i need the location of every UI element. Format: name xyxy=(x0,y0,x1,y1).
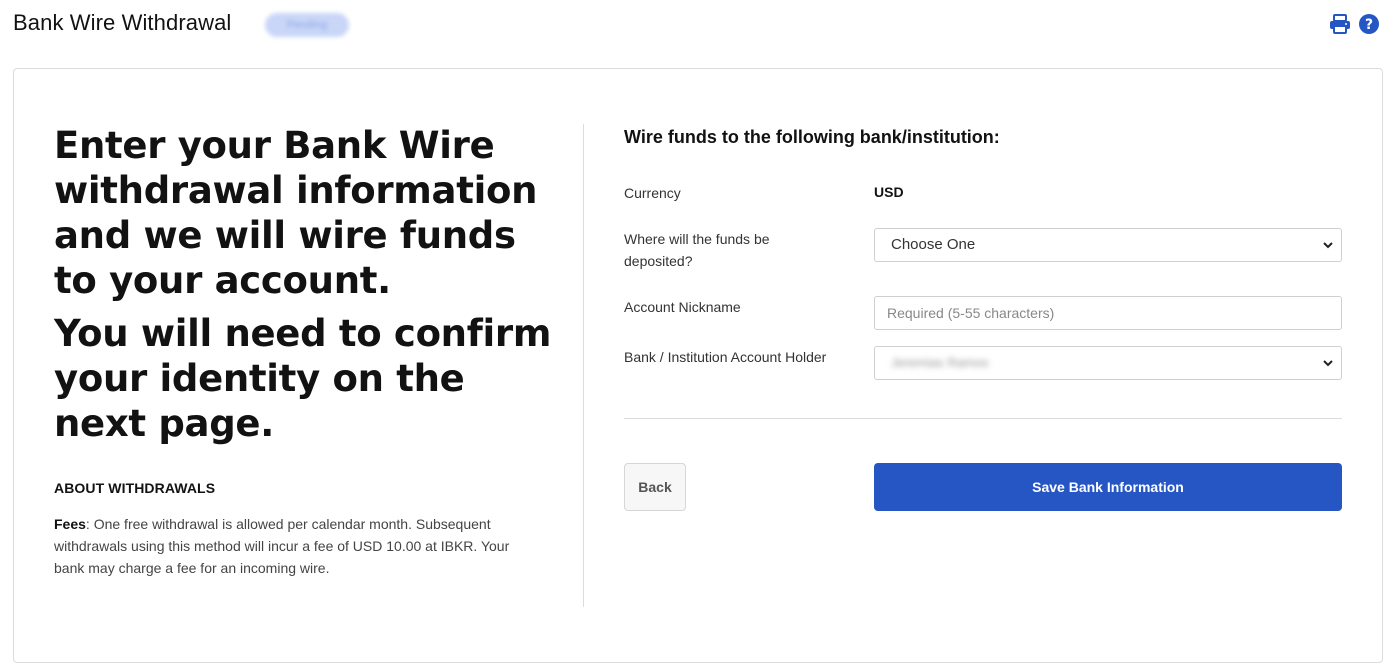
intro-panel: Enter your Bank Wire withdrawal informat… xyxy=(54,123,554,454)
account-holder-value: Jeremias Ramos xyxy=(891,355,989,370)
deposit-destination-value: Choose One xyxy=(891,236,976,253)
about-withdrawals-title: ABOUT WITHDRAWALS xyxy=(54,480,216,496)
currency-value: USD xyxy=(874,184,904,200)
headline-confirm-identity: You will need to confirm your identity o… xyxy=(54,312,552,445)
page-title: Bank Wire Withdrawal xyxy=(13,10,232,35)
fees-text: : One free withdrawal is allowed per cal… xyxy=(54,516,510,576)
account-holder-select[interactable]: Jeremias Ramos xyxy=(874,346,1342,380)
account-nickname-placeholder: Required (5-55 characters) xyxy=(887,305,1055,321)
chevron-down-icon xyxy=(1323,360,1333,367)
withdrawal-card: Enter your Bank Wire withdrawal informat… xyxy=(13,68,1383,663)
status-badge-label: Pending xyxy=(286,19,328,31)
deposit-destination-select[interactable]: Choose One xyxy=(874,228,1342,262)
help-icon[interactable]: ? xyxy=(1358,13,1380,35)
vertical-divider xyxy=(583,124,584,607)
deposit-destination-label: Where will the funds be deposited? xyxy=(624,231,770,269)
headline-instructions: Enter your Bank Wire withdrawal informat… xyxy=(54,124,538,302)
about-withdrawals-text: Fees: One free withdrawal is allowed per… xyxy=(54,513,524,579)
save-bank-information-button[interactable]: Save Bank Information xyxy=(874,463,1342,511)
form-divider xyxy=(624,418,1342,419)
account-nickname-input[interactable]: Required (5-55 characters) xyxy=(874,296,1342,330)
form-section-title: Wire funds to the following bank/institu… xyxy=(624,127,1000,147)
account-nickname-label: Account Nickname xyxy=(624,299,741,315)
print-icon[interactable] xyxy=(1329,14,1351,34)
intro-headline: Enter your Bank Wire withdrawal informat… xyxy=(54,123,554,446)
account-holder-label: Bank / Institution Account Holder xyxy=(624,349,827,365)
top-bar: Bank Wire Withdrawal Pending ? xyxy=(0,0,1392,50)
currency-label: Currency xyxy=(624,185,681,201)
status-badge: Pending xyxy=(265,13,349,37)
back-button[interactable]: Back xyxy=(624,463,686,511)
fees-label: Fees xyxy=(54,516,86,532)
chevron-down-icon xyxy=(1323,242,1333,249)
svg-text:?: ? xyxy=(1365,17,1373,33)
